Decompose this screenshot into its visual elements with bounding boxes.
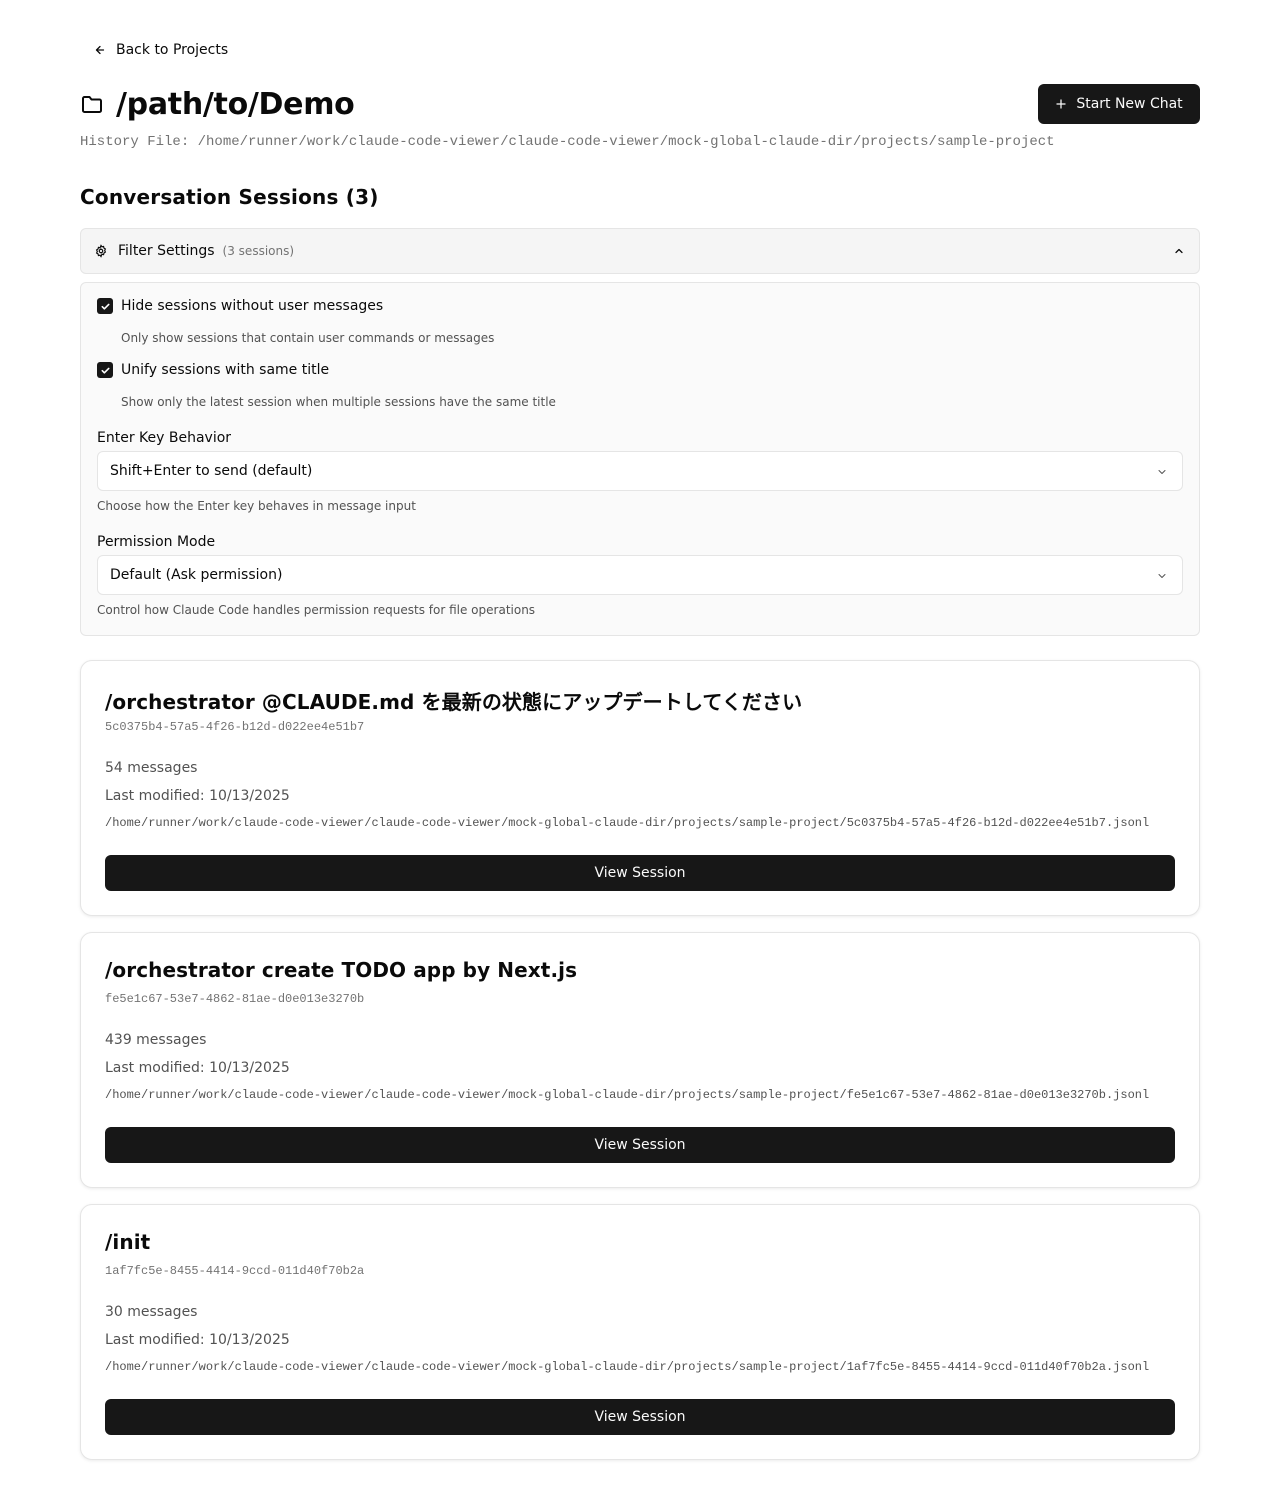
session-id: 5c0375b4-57a5-4f26-b12d-d022ee4e51b7	[105, 720, 365, 734]
session-file-path: /home/runner/work/claude-code-viewer/cla…	[105, 1088, 1150, 1102]
session-message-count: 30 messages	[105, 1304, 198, 1320]
session-last-modified: Last modified: 10/13/2025	[105, 1060, 290, 1076]
enter-key-behavior-help: Choose how the Enter key behaves in mess…	[97, 499, 416, 513]
back-to-projects-link[interactable]: Back to Projects	[94, 40, 228, 60]
sessions-heading: Conversation Sessions (3)	[80, 185, 379, 209]
session-card: /orchestrator create TODO app by Next.js…	[80, 932, 1200, 1188]
page-title: /path/to/Demo	[80, 86, 355, 122]
view-session-button[interactable]: View Session	[105, 855, 1175, 891]
session-title: /orchestrator @CLAUDE.md を最新の状態にアップデートして…	[105, 690, 803, 714]
back-link-label: Back to Projects	[116, 42, 229, 58]
unify-titles-option[interactable]: Unify sessions with same title	[97, 362, 329, 378]
session-card: /init 1af7fc5e-8455-4414-9ccd-011d40f70b…	[80, 1204, 1200, 1460]
project-header: /path/to/Demo Start New Chat	[80, 84, 1200, 124]
folder-icon	[82, 96, 102, 113]
filter-settings-panel: Hide sessions without user messages Only…	[80, 282, 1200, 636]
enter-key-behavior-select[interactable]: Shift+Enter to send (default)	[97, 451, 1183, 491]
session-message-count: 54 messages	[105, 760, 198, 776]
unify-titles-checkbox[interactable]	[97, 362, 113, 378]
permission-mode-label: Permission Mode	[97, 534, 216, 550]
permission-mode-help: Control how Claude Code handles permissi…	[97, 603, 536, 617]
history-file-path: History File: /home/runner/work/claude-c…	[80, 134, 1055, 150]
session-file-path: /home/runner/work/claude-code-viewer/cla…	[105, 1360, 1150, 1374]
plus-icon	[1056, 99, 1066, 109]
filter-settings-label: Filter Settings	[118, 243, 215, 259]
session-last-modified: Last modified: 10/13/2025	[105, 1332, 290, 1348]
check-icon	[100, 303, 110, 310]
session-id: fe5e1c67-53e7-4862-81ae-d0e013e3270b	[105, 992, 365, 1006]
start-new-chat-label: Start New Chat	[1076, 96, 1183, 112]
gear-icon	[95, 244, 107, 258]
permission-mode-select[interactable]: Default (Ask permission)	[97, 555, 1183, 595]
enter-key-behavior-label: Enter Key Behavior	[97, 430, 232, 446]
unify-titles-label: Unify sessions with same title	[121, 362, 330, 378]
hide-empty-sessions-checkbox[interactable]	[97, 298, 113, 314]
session-id: 1af7fc5e-8455-4414-9ccd-011d40f70b2a	[105, 1264, 365, 1278]
check-icon	[100, 367, 110, 374]
arrow-left-icon	[95, 45, 105, 55]
view-session-button[interactable]: View Session	[105, 1399, 1175, 1435]
session-last-modified: Last modified: 10/13/2025	[105, 788, 290, 804]
start-new-chat-button[interactable]: Start New Chat	[1038, 84, 1200, 124]
session-title: /init	[105, 1230, 151, 1254]
session-message-count: 439 messages	[105, 1032, 207, 1048]
hide-empty-sessions-description: Only show sessions that contain user com…	[121, 331, 495, 345]
session-file-path: /home/runner/work/claude-code-viewer/cla…	[105, 816, 1150, 830]
session-title: /orchestrator create TODO app by Next.js	[105, 958, 578, 982]
chevron-down-icon	[1158, 470, 1166, 474]
permission-mode-value: Default (Ask permission)	[110, 567, 283, 583]
project-path: /path/to/Demo	[116, 86, 355, 122]
filter-session-count: (3 sessions)	[222, 244, 295, 258]
chevron-down-icon	[1158, 574, 1166, 578]
hide-empty-sessions-option[interactable]: Hide sessions without user messages	[97, 298, 383, 314]
hide-empty-sessions-label: Hide sessions without user messages	[121, 298, 384, 314]
session-card: /orchestrator @CLAUDE.md を最新の状態にアップデートして…	[80, 660, 1200, 916]
chevron-up-icon	[1175, 248, 1183, 254]
enter-key-behavior-value: Shift+Enter to send (default)	[110, 463, 313, 479]
view-session-button[interactable]: View Session	[105, 1127, 1175, 1163]
filter-settings-toggle[interactable]: Filter Settings (3 sessions)	[80, 228, 1200, 274]
unify-titles-description: Show only the latest session when multip…	[121, 395, 556, 409]
